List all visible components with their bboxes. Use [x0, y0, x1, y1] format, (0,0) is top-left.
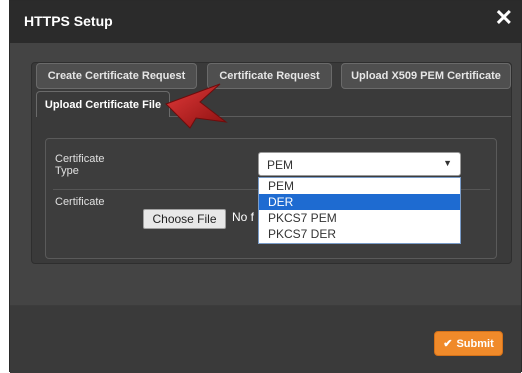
- tab-upload-x509-pem-certificate[interactable]: Upload X509 PEM Certificate: [341, 63, 511, 89]
- tab-label: Upload Certificate File: [44, 98, 162, 111]
- certificate-type-label: Certificate Type: [55, 153, 105, 177]
- dialog-title: HTTPS Setup: [24, 13, 113, 29]
- certificate-label: Certificate: [55, 196, 105, 208]
- no-file-text: No f: [232, 210, 255, 224]
- tab-upload-certificate-file[interactable]: Upload Certificate File: [36, 91, 170, 117]
- red-arrow-pointer: [165, 83, 228, 129]
- check-icon: ✔: [443, 338, 453, 350]
- certificate-type-dropdown: PEM DER PKCS7 PEM PKCS7 DER: [258, 177, 461, 244]
- choose-file-button[interactable]: Choose File: [143, 209, 226, 229]
- dialog-titlebar: HTTPS Setup ✕: [10, 1, 521, 43]
- option-pem[interactable]: PEM: [259, 178, 460, 194]
- close-icon[interactable]: ✕: [495, 7, 513, 29]
- option-der[interactable]: DER: [259, 194, 460, 210]
- submit-button[interactable]: ✔ Submit: [434, 331, 503, 356]
- option-pkcs7-der[interactable]: PKCS7 DER: [259, 226, 460, 242]
- tab-label: Upload X509 PEM Certificate: [351, 70, 501, 82]
- certificate-type-label-line1: Certificate: [55, 153, 105, 165]
- tab-label: Certificate Request: [219, 70, 320, 82]
- certificate-type-label-line2: Type: [55, 165, 79, 177]
- certificate-type-value: PEM: [267, 158, 294, 172]
- option-pkcs7-pem[interactable]: PKCS7 PEM: [259, 210, 460, 226]
- chevron-down-icon: ▼: [443, 158, 452, 168]
- submit-label: Submit: [456, 337, 494, 350]
- certificate-type-select[interactable]: PEM ▼: [258, 152, 461, 176]
